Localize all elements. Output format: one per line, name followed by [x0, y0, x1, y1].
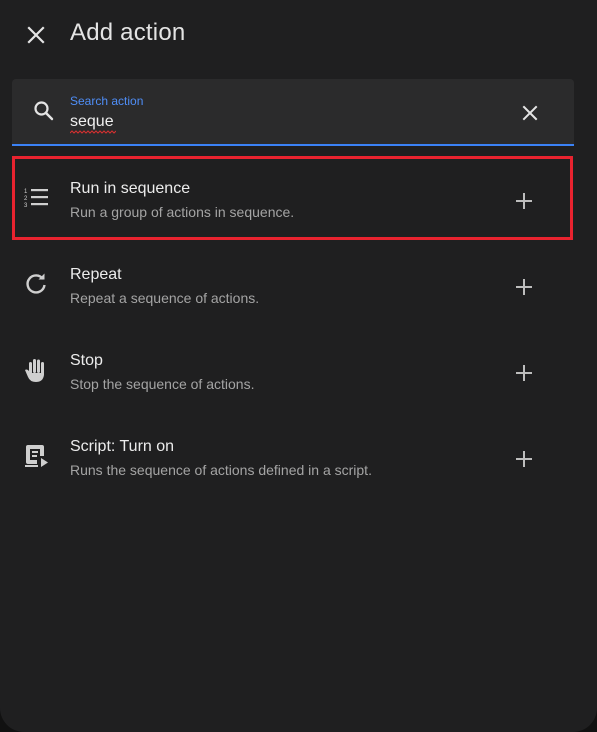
search-field[interactable]: Search action — [12, 79, 574, 146]
plus-icon — [516, 451, 532, 467]
add-button[interactable] — [506, 183, 542, 219]
item-label: Repeat — [70, 266, 122, 283]
item-label: Run in sequence — [70, 180, 191, 197]
item-label: Script: Turn on — [70, 438, 175, 455]
search-input[interactable] — [70, 111, 490, 133]
format-list-numbered-icon: 1 2 3 — [24, 189, 48, 209]
svg-text:2: 2 — [24, 196, 28, 202]
dialog-header: Add action — [0, 0, 597, 72]
script-play-icon — [25, 445, 48, 467]
close-icon — [27, 26, 45, 44]
plus-icon — [516, 279, 532, 295]
svg-text:3: 3 — [24, 203, 28, 209]
item-description: Run a group of actions in sequence. — [70, 204, 295, 220]
add-button[interactable] — [506, 269, 542, 305]
item-description: Runs the sequence of actions defined in … — [70, 462, 372, 478]
dialog-title: Add action — [70, 19, 186, 46]
add-button[interactable] — [506, 441, 542, 477]
plus-icon — [516, 193, 532, 209]
clear-search-button[interactable] — [512, 95, 548, 131]
refresh-icon — [26, 273, 46, 294]
spellcheck-underline — [70, 130, 116, 134]
item-description: Repeat a sequence of actions. — [70, 290, 260, 306]
list-item-script-turn-on[interactable]: Script: Turn on Runs the sequence of act… — [0, 413, 597, 499]
list-item-run-in-sequence[interactable]: 1 2 3 Run in sequence Run a group of act… — [0, 155, 597, 241]
close-button[interactable] — [18, 17, 54, 53]
svg-text:1: 1 — [24, 189, 28, 195]
list-item-repeat[interactable]: Repeat Repeat a sequence of actions. — [0, 241, 597, 327]
item-description: Stop the sequence of actions. — [70, 376, 255, 392]
search-label: Search action — [70, 94, 144, 108]
add-button[interactable] — [506, 355, 542, 391]
selection-highlight — [12, 156, 573, 240]
search-icon — [34, 101, 54, 121]
item-label: Stop — [70, 352, 103, 369]
plus-icon — [516, 365, 532, 381]
add-action-dialog: Add action Search action 1 2 3 — [0, 0, 597, 732]
list-item-stop[interactable]: Stop Stop the sequence of actions. — [0, 327, 597, 413]
hand-stop-icon — [25, 359, 44, 382]
close-icon — [522, 105, 538, 121]
